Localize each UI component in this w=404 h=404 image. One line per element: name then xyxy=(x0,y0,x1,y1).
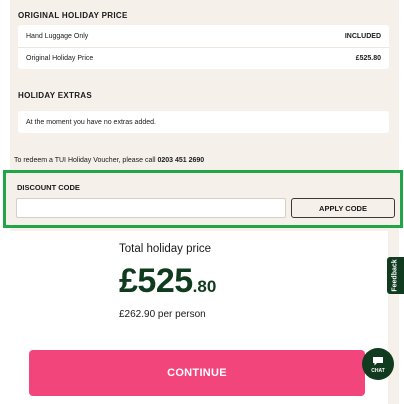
price-row: Hand Luggage Only INCLUDED xyxy=(18,25,389,47)
holiday-extras-card: At the moment you have no extras added. xyxy=(18,111,389,133)
price-row: Original Holiday Price £525.80 xyxy=(18,47,389,69)
extras-row: At the moment you have no extras added. xyxy=(18,111,389,133)
original-price-title: ORIGINAL HOLIDAY PRICE xyxy=(18,11,128,20)
feedback-label: Feedback xyxy=(392,259,400,292)
feedback-tab[interactable]: Feedback xyxy=(387,257,404,294)
total-price-decimal: .80 xyxy=(192,277,217,296)
chat-label: CHAT xyxy=(371,367,385,374)
discount-code-section: DISCOUNT CODE APPLY CODE xyxy=(3,170,403,228)
voucher-phone: 0203 451 2690 xyxy=(157,157,205,164)
price-row-value: £525.80 xyxy=(355,55,381,62)
price-row-value: INCLUDED xyxy=(344,32,381,40)
extras-message: At the moment you have no extras added. xyxy=(26,118,156,126)
continue-button[interactable]: CONTINUE xyxy=(29,350,365,396)
discount-code-input[interactable] xyxy=(16,198,286,218)
discount-code-label: DISCOUNT CODE xyxy=(17,183,80,192)
price-row-label: Hand Luggage Only xyxy=(26,32,89,40)
original-price-card: Hand Luggage Only INCLUDED Original Holi… xyxy=(18,25,389,69)
total-price-label: Total holiday price xyxy=(119,243,212,255)
holiday-extras-title: HOLIDAY EXTRAS xyxy=(18,91,92,100)
voucher-info: To redeem a TUI Holiday Voucher, please … xyxy=(14,157,204,164)
total-price-main: £525 xyxy=(119,262,193,300)
chat-bubble-icon xyxy=(373,356,383,365)
apply-code-button[interactable]: APPLY CODE xyxy=(291,198,395,218)
price-row-label: Original Holiday Price xyxy=(26,55,94,62)
chat-button[interactable]: CHAT xyxy=(362,348,394,380)
total-price: £525.80 xyxy=(119,262,216,301)
per-person-price: £262.90 per person xyxy=(119,309,206,320)
voucher-text: To redeem a TUI Holiday Voucher, please … xyxy=(14,157,158,164)
